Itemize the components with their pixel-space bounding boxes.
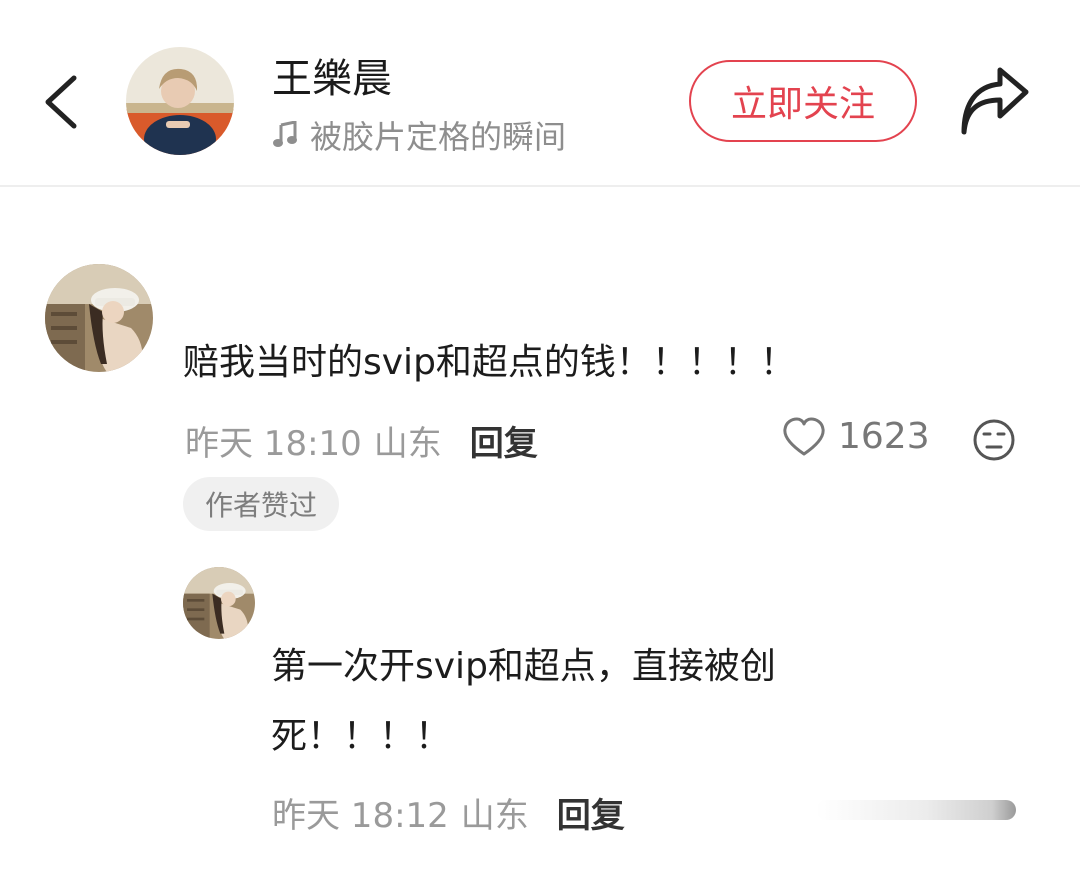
back-button[interactable] — [36, 66, 92, 138]
author-avatar[interactable] — [126, 47, 234, 155]
like-button[interactable]: 1623 — [782, 416, 930, 457]
music-info[interactable]: 被胶片定格的瞬间 — [272, 112, 566, 158]
author-avatar-image — [126, 47, 234, 155]
reply-avatar-image — [183, 567, 255, 639]
share-button[interactable] — [956, 66, 1032, 136]
reply-avatar[interactable] — [183, 567, 255, 639]
heart-outline-icon — [783, 417, 825, 455]
scroll-indicator — [816, 800, 1016, 820]
reply-text-line: 第一次开svip和超点，直接被创 — [271, 646, 776, 687]
comment-text: 赔我当时的svip和超点的钱！！！！！ — [183, 342, 796, 383]
reply-text-line: 死！！！！ — [271, 716, 452, 757]
reply-button[interactable]: 回复 — [470, 416, 538, 465]
reply-meta: 昨天 18:12 山东 回复 — [272, 788, 625, 837]
music-title: 被胶片定格的瞬间 — [310, 118, 567, 156]
music-note-icon — [273, 121, 297, 147]
commenter-avatar-image — [45, 264, 153, 372]
author-name[interactable]: 王樂晨 — [272, 46, 392, 104]
comment-time: 昨天 18:10 — [185, 424, 362, 464]
comment-meta: 昨天 18:10 山东 回复 — [185, 416, 538, 465]
share-arrow-icon — [961, 67, 1029, 135]
reply-location: 山东 — [460, 796, 529, 836]
chevron-left-icon — [45, 75, 77, 129]
neutral-face-icon — [973, 419, 1015, 461]
commenter-avatar[interactable] — [45, 264, 153, 372]
author-liked-badge: 作者赞过 — [183, 477, 339, 531]
like-count: 1623 — [838, 416, 930, 457]
reply-time: 昨天 18:12 — [272, 796, 449, 836]
emoji-reaction-button[interactable] — [972, 418, 1016, 462]
comment-location: 山东 — [373, 424, 442, 464]
top-bar: 王樂晨 被胶片定格的瞬间 立即关注 — [0, 0, 1080, 187]
follow-button[interactable]: 立即关注 — [689, 60, 917, 142]
reply-button[interactable]: 回复 — [557, 788, 625, 837]
